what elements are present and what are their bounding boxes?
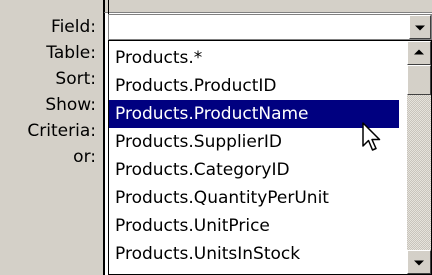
field-dropdown-list[interactable]: Products.* Products.ProductID Products.P… xyxy=(108,40,432,275)
list-item[interactable]: Products.* xyxy=(109,44,399,72)
scroll-up-arrow-icon xyxy=(414,49,424,55)
scroll-down-arrow-icon xyxy=(414,260,424,266)
or-row-label: or: xyxy=(73,147,96,167)
scroll-up-button[interactable] xyxy=(407,41,431,65)
list-item[interactable]: Products.UnitsInStock xyxy=(109,240,399,268)
criteria-row-label: Criteria: xyxy=(27,121,96,141)
scrollbar-thumb[interactable] xyxy=(407,65,431,95)
list-item[interactable]: Products.ProductID xyxy=(109,72,399,100)
field-options: Products.* Products.ProductID Products.P… xyxy=(109,44,399,268)
field-combo-box[interactable] xyxy=(108,14,432,40)
field-dropdown-button[interactable] xyxy=(409,15,431,39)
sort-row-label: Sort: xyxy=(55,69,96,89)
field-row-label: Field: xyxy=(51,17,96,37)
list-item-selected[interactable]: Products.ProductName xyxy=(109,100,399,128)
chevron-down-icon xyxy=(415,25,425,31)
list-item[interactable]: Products.UnitPrice xyxy=(109,212,399,240)
vertical-scrollbar[interactable] xyxy=(407,41,431,274)
show-row-label: Show: xyxy=(45,95,96,115)
scroll-down-button[interactable] xyxy=(407,250,431,274)
list-item[interactable]: Products.CategoryID xyxy=(109,156,399,184)
list-item[interactable]: Products.SupplierID xyxy=(109,128,399,156)
mouse-pointer-icon xyxy=(362,122,381,151)
column-selector-bar[interactable] xyxy=(103,0,432,13)
table-row-label: Table: xyxy=(46,43,96,63)
list-item[interactable]: Products.QuantityPerUnit xyxy=(109,184,399,212)
